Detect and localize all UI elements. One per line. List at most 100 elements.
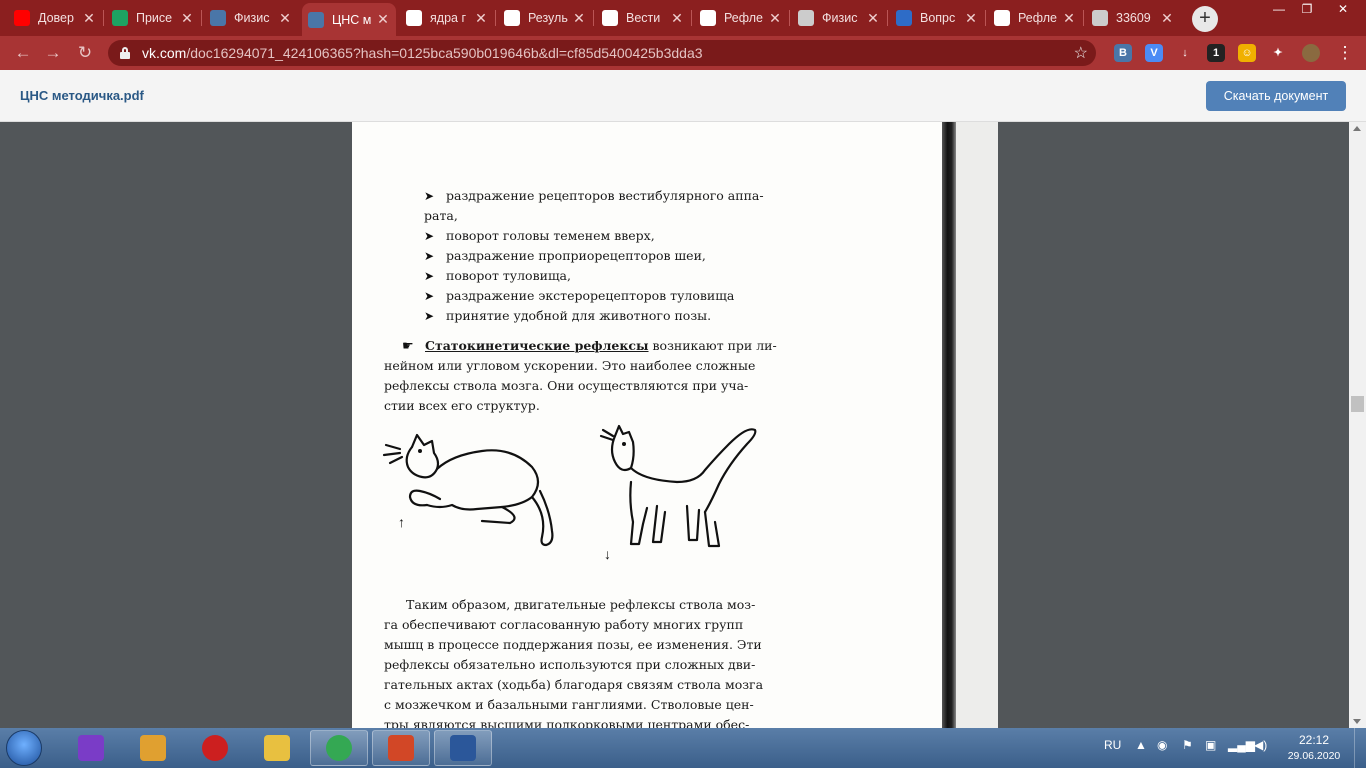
tab-close-icon[interactable]: ✕	[1160, 10, 1174, 27]
scrollbar-thumb[interactable]	[1351, 396, 1364, 412]
new-tab-button[interactable]: +	[1192, 6, 1218, 32]
browser-tab[interactable]: Рефле ✕	[694, 4, 788, 32]
taskbar-app-powerpoint[interactable]	[372, 730, 430, 766]
download-document-button[interactable]: Скачать документ	[1206, 81, 1346, 111]
tray-app-icon[interactable]: ◉	[1157, 738, 1167, 752]
scroll-down-arrow-icon[interactable]	[1353, 719, 1361, 724]
tab-separator	[789, 10, 790, 26]
up-arrow-icon: ↑	[398, 514, 405, 530]
tab-title: Вопрс	[920, 11, 956, 25]
extension-icon[interactable]: V	[1145, 44, 1163, 62]
bookmark-star-icon[interactable]: ☆	[1074, 43, 1088, 63]
close-window-button[interactable]: ✕	[1330, 0, 1356, 20]
paragraph-line: тры являются высшими подкорковыми центра…	[384, 717, 750, 728]
extension-icon[interactable]: ↓	[1176, 44, 1194, 62]
vk-icon	[308, 11, 324, 28]
bullet-arrow-icon: ➤	[424, 269, 435, 283]
devices-icon[interactable]: ▣	[1205, 738, 1216, 752]
tab-close-icon[interactable]: ✕	[278, 10, 292, 27]
bullet-item-text: раздражение рецепторов вестибулярного ап…	[446, 188, 764, 203]
tab-close-icon[interactable]: ✕	[82, 10, 96, 27]
browser-tab[interactable]: 33609 ✕	[1086, 4, 1180, 32]
tab-separator	[201, 10, 202, 26]
taskbar-app-chrome[interactable]	[310, 730, 368, 766]
extension-icon[interactable]: ✦	[1269, 44, 1287, 62]
tab-close-icon[interactable]: ✕	[964, 10, 978, 27]
forward-button[interactable]: →	[42, 42, 64, 64]
vertical-scrollbar[interactable]	[1349, 122, 1366, 728]
windows-orb-icon	[6, 730, 42, 766]
paragraph-line: мышц в процессе поддержания позы, ее изм…	[384, 637, 762, 652]
scroll-up-arrow-icon[interactable]	[1353, 126, 1361, 131]
tab-separator	[1083, 10, 1084, 26]
show-desktop-button[interactable]	[1354, 728, 1366, 768]
globe-icon	[1092, 10, 1108, 26]
document-title[interactable]: ЦНС методичка.pdf	[20, 88, 144, 103]
paragraph-line: с мозжечком и базальными ганглиями. Ство…	[384, 697, 754, 712]
bullet-item-text: рата,	[424, 208, 458, 223]
extension-icon[interactable]: B	[1114, 44, 1132, 62]
bullet-arrow-icon: ➤	[424, 249, 435, 263]
taskbar-app-opera[interactable]	[186, 730, 244, 766]
taskbar-app-word[interactable]	[434, 730, 492, 766]
tab-close-icon[interactable]: ✕	[180, 10, 194, 27]
clock-time: 22:12	[1298, 733, 1330, 747]
taskbar-app-media-player[interactable]	[62, 730, 120, 766]
browser-tab[interactable]: ЦНС м ✕	[302, 3, 396, 36]
tab-title: Присе	[136, 11, 173, 25]
extension-icon[interactable]: 1	[1207, 44, 1225, 62]
browser-tab[interactable]: Физис ✕	[792, 4, 886, 32]
statokinetic-line-2: нейном или угловом ускорении. Это наибол…	[384, 358, 756, 373]
bullet-arrow-icon: ➤	[424, 189, 435, 203]
browser-tab[interactable]: Резуль ✕	[498, 4, 592, 32]
tab-separator	[691, 10, 692, 26]
minimize-button[interactable]: —	[1266, 0, 1292, 20]
browser-tab[interactable]: Рефле ✕	[988, 4, 1082, 32]
tab-close-icon[interactable]: ✕	[768, 10, 782, 27]
tray-expand-icon[interactable]: ▲	[1135, 738, 1147, 752]
chrome-icon	[326, 735, 352, 761]
url-text[interactable]: vk.com/doc16294071_424106365?hash=0125bc…	[142, 45, 703, 61]
paragraph-line: га обеспечивают согласованную работу мно…	[384, 617, 744, 632]
crouching-cat-illustration	[382, 433, 554, 547]
back-button[interactable]: ←	[12, 42, 34, 64]
browser-tab[interactable]: Вопрс ✕	[890, 4, 984, 32]
tab-close-icon[interactable]: ✕	[572, 10, 586, 27]
browser-tab[interactable]: Довер ✕	[8, 4, 102, 32]
powerpoint-icon	[388, 735, 414, 761]
taskbar-app-explorer[interactable]	[248, 730, 306, 766]
browser-tab[interactable]: Вести ✕	[596, 4, 690, 32]
tab-close-icon[interactable]: ✕	[474, 10, 488, 27]
system-clock[interactable]: 22:12 29.06.2020	[1283, 732, 1345, 764]
taskbar-app-paint[interactable]	[124, 730, 182, 766]
vk-icon	[210, 10, 226, 26]
document-page: ➤ раздражение рецепторов вестибулярного а…	[352, 122, 998, 728]
browser-tab[interactable]: Физис ✕	[204, 4, 298, 32]
tab-close-icon[interactable]: ✕	[866, 10, 880, 27]
start-button[interactable]	[2, 729, 46, 767]
network-error-icon[interactable]: ⚑	[1182, 738, 1193, 752]
address-bar[interactable]: vk.com/doc16294071_424106365?hash=0125bc…	[108, 40, 1096, 66]
volume-icon[interactable]: ◀)	[1254, 738, 1267, 752]
browser-tab[interactable]: Присе ✕	[106, 4, 200, 32]
extension-icon[interactable]: ☺	[1238, 44, 1256, 62]
tab-title: Рефле	[724, 11, 763, 25]
paragraph-line: Таким образом, двигательные рефлексы ств…	[406, 597, 756, 612]
clock-date: 29.06.2020	[1287, 750, 1341, 762]
browser-tab[interactable]: ядра г ✕	[400, 4, 494, 32]
bullet-arrow-icon: ➤	[424, 289, 435, 303]
tab-close-icon[interactable]: ✕	[376, 11, 390, 28]
media-player-icon	[78, 735, 104, 761]
tab-close-icon[interactable]: ✕	[670, 10, 684, 27]
menu-kebab-icon[interactable]: ⋮	[1334, 42, 1356, 64]
profile-avatar[interactable]	[1302, 44, 1320, 62]
windows-taskbar: RU ▲ ◉ ⚑ ▣ ▂▄▆ ◀) 22:12 29.06.2020	[0, 728, 1366, 768]
google-icon	[504, 10, 520, 26]
pdf-viewer[interactable]: ➤ раздражение рецепторов вестибулярного а…	[0, 122, 1366, 728]
down-arrow-icon: ↓	[604, 546, 611, 562]
language-indicator[interactable]: RU	[1104, 738, 1121, 752]
restore-button[interactable]: ❐	[1294, 0, 1320, 20]
signal-bars-icon[interactable]: ▂▄▆	[1228, 738, 1255, 752]
tab-close-icon[interactable]: ✕	[1062, 10, 1076, 27]
reload-button[interactable]: ↻	[74, 42, 96, 64]
